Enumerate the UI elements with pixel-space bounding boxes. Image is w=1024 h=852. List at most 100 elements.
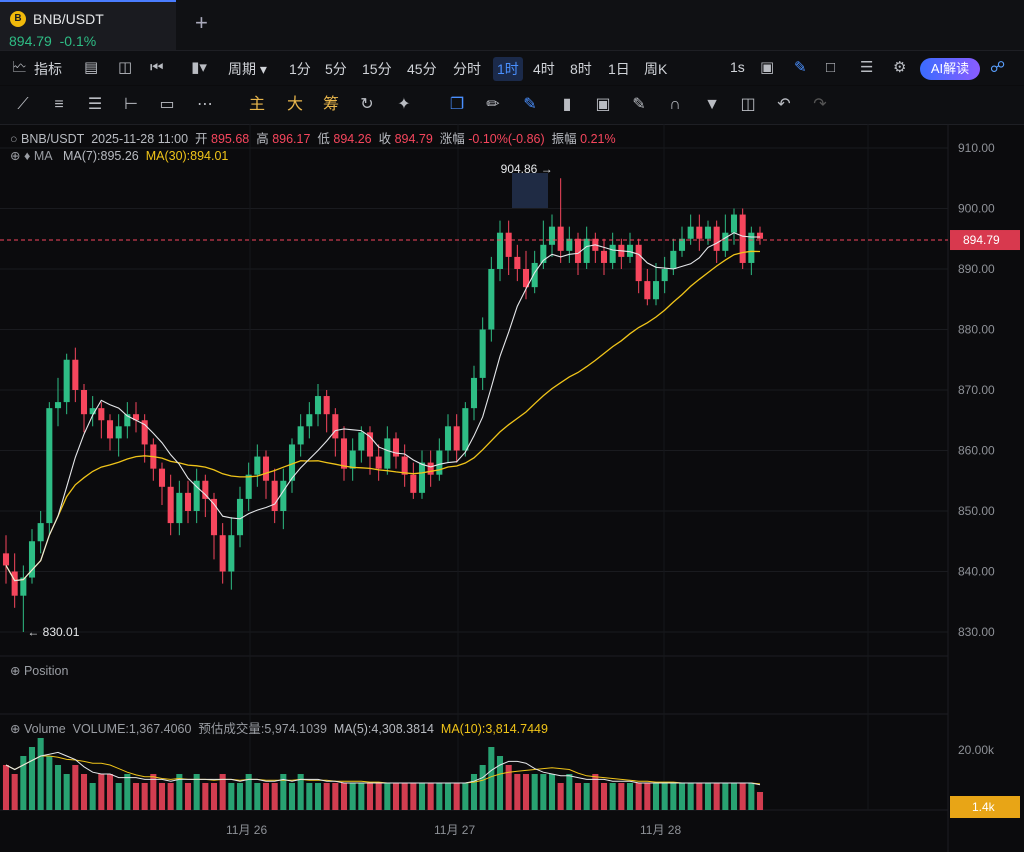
horizontal-lines-icon[interactable]: ☰ (84, 95, 106, 115)
info-clock-icon: ○ (10, 132, 18, 146)
interval-45m[interactable]: 45分 (407, 59, 437, 79)
more-icon[interactable]: ⋯ (194, 95, 216, 115)
volume-bar (98, 774, 105, 810)
position-chevron-icon[interactable]: ⊕ (10, 664, 20, 678)
ai-interpret-button[interactable]: AI解读 (920, 58, 980, 80)
main-force-button[interactable]: 主 (246, 95, 268, 115)
bell-icon[interactable]: ♦ (24, 149, 30, 163)
interval-week[interactable]: 周K (644, 59, 667, 79)
draw-mode-icon[interactable]: ✎ (519, 95, 541, 115)
pencil-icon[interactable]: ✎ (794, 59, 807, 77)
volume-bar (618, 783, 625, 810)
volume-tick-label: 20.00k (958, 743, 995, 757)
rewind-icon[interactable]: ⏮ (150, 59, 164, 77)
candle-body (98, 408, 105, 421)
volume-value: VOLUME:1,367.4060 (72, 722, 192, 736)
interval-1m[interactable]: 1分 (289, 59, 311, 79)
big-order-button[interactable]: 大 (284, 95, 306, 115)
candle-body (366, 432, 374, 457)
trash-icon[interactable]: ◫ (737, 95, 759, 115)
interval-1h[interactable]: 1时 (493, 57, 523, 81)
candle-body (418, 462, 426, 493)
horizontal-ray-icon[interactable]: ⊢ (120, 95, 142, 115)
rectangle-icon[interactable]: ▭ (156, 95, 178, 115)
sync-icon[interactable]: ↻ (356, 95, 378, 115)
volume-bar (687, 783, 694, 810)
volume-chevron-icon[interactable]: ⊕ (10, 722, 20, 736)
position-bar: ⊕ Position (10, 663, 68, 678)
candle-body (652, 281, 660, 300)
filter-icon[interactable]: ▼ (701, 95, 723, 115)
date-tick-label: 11月 28 (640, 823, 681, 837)
magnet-icon[interactable]: ∩ (664, 95, 686, 115)
price-tick-label: 830.00 (958, 625, 995, 639)
est-volume-value: 5,974.1039 (264, 722, 327, 736)
volume-bar (132, 783, 140, 810)
volume-bar (436, 783, 443, 810)
low-label: 低 (317, 132, 330, 146)
add-window-icon[interactable]: □ (826, 59, 835, 77)
high-label: 高 (256, 132, 269, 146)
candle-body (37, 523, 44, 542)
replay-speed[interactable]: 1s (730, 59, 745, 75)
undo-icon[interactable]: ↶ (773, 95, 795, 115)
volume-bar (11, 774, 18, 810)
parallel-lines-icon[interactable]: ≡ (48, 95, 70, 115)
volume-bar (46, 756, 53, 810)
lock-icon[interactable]: ▣ (592, 95, 614, 115)
volume-bar (63, 774, 70, 810)
candle-body (297, 426, 304, 445)
candle-body (730, 214, 738, 233)
magic-icon[interactable]: ✦ (393, 95, 415, 115)
volume-label: Volume (23, 722, 66, 736)
candles-icon[interactable]: ▮ (556, 95, 578, 115)
volume-bar (583, 783, 590, 810)
ma-info-bar: ⊕ ♦ MA MA(7):895.26 MA(30):894.01 (10, 148, 228, 163)
period-dropdown[interactable]: 周期 ▾ (228, 59, 267, 79)
drawing-toolbar: ⟋ ≡ ☰ ⊢ ▭ ⋯ 主 大 筹 ↻ ✦ ❐ ✏ ✎ ▮ ▣ ✎ ∩ ▼ ◫ … (0, 86, 1024, 209)
settings-icon[interactable]: ⚙ (893, 59, 906, 77)
interval-1d[interactable]: 1日 (608, 59, 630, 79)
candle-body (678, 238, 686, 251)
ruler-icon[interactable]: ✏ (482, 95, 504, 115)
interval-4h[interactable]: 4时 (533, 59, 555, 79)
vol-ma10-value: MA(10):3,814.7449 (440, 722, 548, 736)
share-icon[interactable]: ☍ (990, 59, 1005, 77)
volume-bar (635, 783, 642, 810)
redo-icon[interactable]: ↷ (809, 95, 831, 115)
chip-button[interactable]: 筹 (320, 95, 342, 115)
volume-bar (531, 774, 538, 810)
price-chart[interactable]: 910.00 900.00 890.00 880.00 870.00 860.00 850.… (0, 124, 1024, 852)
plus-icon[interactable]: + (195, 12, 213, 34)
high-value: 896.17 (272, 132, 311, 146)
candle-body (158, 468, 166, 487)
volume-bar (756, 792, 764, 810)
trend-line-icon[interactable]: ⟋ (12, 95, 34, 115)
candle-body (115, 426, 122, 439)
candle-body (2, 553, 10, 566)
indicators-button[interactable]: 指标 (34, 59, 62, 79)
ma7-value: MA(7):895.26 (63, 149, 139, 163)
interval-5m[interactable]: 5分 (325, 59, 347, 79)
menu-icon[interactable]: ☰ (860, 59, 873, 77)
camera-icon[interactable]: ▣ (760, 59, 774, 77)
symbol-tab[interactable]: B BNB/USDT 894.79 -0.1% (0, 0, 176, 50)
candle-body (635, 244, 642, 282)
note-icon[interactable]: ✎ (628, 95, 650, 115)
collapse-chevron-icon[interactable]: ⊕ (10, 149, 20, 163)
layout-icon[interactable]: ◫ (118, 59, 132, 77)
tab-change: -0.1% (59, 33, 97, 49)
candle-body (306, 414, 313, 427)
candle-body (548, 226, 556, 245)
candle-type-dropdown-icon[interactable]: ▮▾ (182, 59, 216, 77)
ma-label: MA (33, 149, 53, 163)
interval-timeline[interactable]: 分时 (453, 59, 481, 79)
candle-body (332, 414, 339, 439)
candle-body (219, 535, 226, 572)
calendar-icon[interactable]: ▤ (84, 59, 98, 77)
candle-body (401, 456, 408, 475)
interval-15m[interactable]: 15分 (362, 59, 392, 79)
copy-layer-icon[interactable]: ❐ (446, 95, 468, 115)
interval-8h[interactable]: 8时 (570, 59, 592, 79)
volume-bar (652, 783, 660, 810)
